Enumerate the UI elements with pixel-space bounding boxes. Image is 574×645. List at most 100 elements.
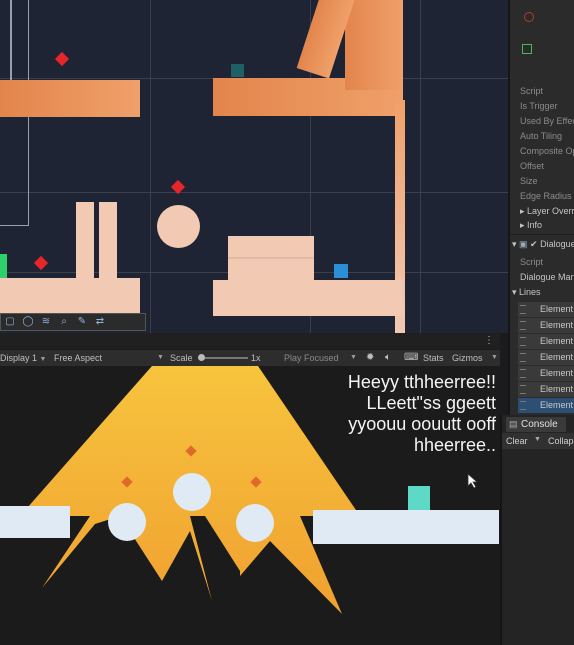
search-icon[interactable]: ⌕: [57, 316, 71, 328]
grid-line: [0, 192, 508, 193]
platform-right[interactable]: [313, 510, 499, 544]
layer-overrides-foldout[interactable]: ▸ Layer Overrides: [520, 206, 574, 217]
mouse-cursor-icon: [467, 473, 479, 489]
drag-handle-icon[interactable]: [520, 337, 526, 346]
element-label: Element: [540, 384, 574, 394]
dialogue-component-header[interactable]: ▾ ▣ ✔ Dialogue: [512, 239, 574, 250]
audio-icon[interactable]: 🔈︎: [385, 352, 391, 363]
platform-peach[interactable]: [0, 278, 140, 313]
element-label: Element: [540, 320, 574, 330]
keyboard-icon[interactable]: ⌨: [404, 352, 418, 363]
list-item-selected[interactable]: Element: [518, 398, 574, 414]
aspect-select[interactable]: Free Aspect: [54, 353, 102, 363]
scale-value: 1x: [251, 353, 261, 363]
stats-button[interactable]: Stats: [423, 353, 444, 363]
element-label: Element: [540, 368, 574, 378]
prop-layer-overrides: Layer Overrides: [527, 206, 574, 216]
drag-handle-icon[interactable]: [520, 353, 526, 362]
lines-foldout[interactable]: ▾ Lines: [512, 287, 541, 298]
play-mode-select[interactable]: Play Focused: [284, 353, 339, 363]
layers-icon[interactable]: ≋: [39, 316, 53, 328]
console-tab-label: Console: [521, 419, 558, 430]
dialogue-line: yyoouu oouutt ooff: [348, 414, 496, 434]
aspect-label: Free Aspect: [54, 353, 103, 363]
record-icon[interactable]: [524, 12, 534, 22]
marker-square[interactable]: [231, 64, 244, 77]
game-view[interactable]: Heeyy tthheerree!! LLeett"ss ggeett yyoo…: [0, 366, 500, 645]
list-item[interactable]: Element: [518, 318, 574, 334]
rope: [10, 0, 12, 80]
platform-orange[interactable]: [345, 0, 403, 90]
prop-used-by-effector[interactable]: Used By Effector: [520, 116, 574, 126]
platform-orange[interactable]: [0, 80, 140, 117]
circle-bumper[interactable]: [108, 503, 146, 541]
inspector-panel: Script Is Trigger Used By Effector Auto …: [508, 0, 574, 415]
chevron-down-icon: ▼: [39, 356, 47, 363]
scale-slider-handle[interactable]: [198, 354, 205, 361]
divider: [510, 234, 574, 235]
more-options-icon[interactable]: ⋮: [484, 335, 494, 346]
brush-icon[interactable]: ✎: [75, 316, 89, 328]
list-item[interactable]: Element: [518, 334, 574, 350]
rect-tool-icon[interactable]: ▢: [3, 316, 17, 328]
console-icon: ▤: [509, 419, 518, 429]
platform-peach[interactable]: [213, 280, 403, 316]
script-icon: ▣: [519, 239, 528, 249]
prop-edge-radius[interactable]: Edge Radius: [520, 191, 572, 201]
element-label: Element: [540, 304, 574, 314]
prop-is-trigger[interactable]: Is Trigger: [520, 101, 558, 111]
drag-handle-icon[interactable]: [520, 369, 526, 378]
circle-tool-icon[interactable]: ◯: [21, 316, 35, 328]
marker-square[interactable]: [334, 264, 348, 278]
prop-auto-tiling[interactable]: Auto Tiling: [520, 131, 562, 141]
info-foldout[interactable]: ▸ Info: [520, 220, 542, 231]
hazard-diamond[interactable]: [33, 255, 49, 271]
prop-info: Info: [527, 220, 543, 230]
prop-composite[interactable]: Composite Operation: [520, 146, 574, 156]
dialogue-line: hheerree..: [413, 435, 496, 455]
drag-handle-icon[interactable]: [520, 385, 526, 394]
scene-view[interactable]: [0, 0, 508, 333]
list-item[interactable]: Element: [518, 302, 574, 318]
drag-handle-icon[interactable]: [520, 305, 526, 314]
crate[interactable]: [228, 236, 314, 280]
element-label: Element: [540, 336, 574, 346]
chevron-down-icon: ▼: [350, 354, 357, 361]
collapse-button[interactable]: Collapse: [548, 436, 574, 446]
circle-bumper[interactable]: [236, 504, 274, 542]
game-view-toolbar: Display 1 ▼ Free Aspect ▼ Scale 1x Play …: [0, 349, 500, 367]
list-item[interactable]: Element: [518, 350, 574, 366]
clear-button[interactable]: Clear: [506, 436, 528, 446]
hazard-diamond[interactable]: [54, 51, 70, 67]
pillar[interactable]: [76, 202, 94, 282]
grid-line: [420, 0, 421, 333]
prop-offset[interactable]: Offset: [520, 161, 544, 171]
dialogue-script-field: Script: [520, 257, 544, 267]
prop-size[interactable]: Size: [520, 176, 538, 186]
list-item[interactable]: Element: [518, 366, 574, 382]
tab-console[interactable]: ▤ Console: [506, 417, 566, 432]
pickup-block[interactable]: [408, 486, 430, 510]
mute-icon[interactable]: ✹: [366, 352, 374, 363]
chevron-down-icon: ▼: [491, 354, 498, 361]
enabled-checkbox[interactable]: [522, 44, 532, 54]
pillar[interactable]: [99, 202, 117, 282]
drag-handle-icon[interactable]: [520, 321, 526, 330]
list-item[interactable]: Element: [518, 382, 574, 398]
display-select[interactable]: Display 1 ▼: [0, 353, 46, 363]
marker-square[interactable]: [0, 254, 7, 278]
dialogue-manager-field[interactable]: Dialogue Manager: [520, 272, 574, 282]
gizmos-button[interactable]: Gizmos: [452, 353, 483, 363]
drag-handle-icon[interactable]: [520, 401, 526, 410]
chevron-down-icon[interactable]: ▼: [534, 436, 541, 443]
display-label: Display 1: [0, 353, 38, 363]
platform-left[interactable]: [0, 506, 70, 538]
shuffle-icon[interactable]: ⇄: [93, 316, 107, 328]
dialogue-line: Heeyy tthheerree!!: [347, 372, 496, 392]
prop-script: Script: [520, 86, 544, 96]
game-tab-bar: ⋮: [0, 333, 500, 349]
circle-bumper[interactable]: [173, 473, 211, 511]
circle-object[interactable]: [157, 205, 200, 248]
element-label: Element: [540, 400, 574, 410]
scale-slider[interactable]: [200, 357, 248, 359]
